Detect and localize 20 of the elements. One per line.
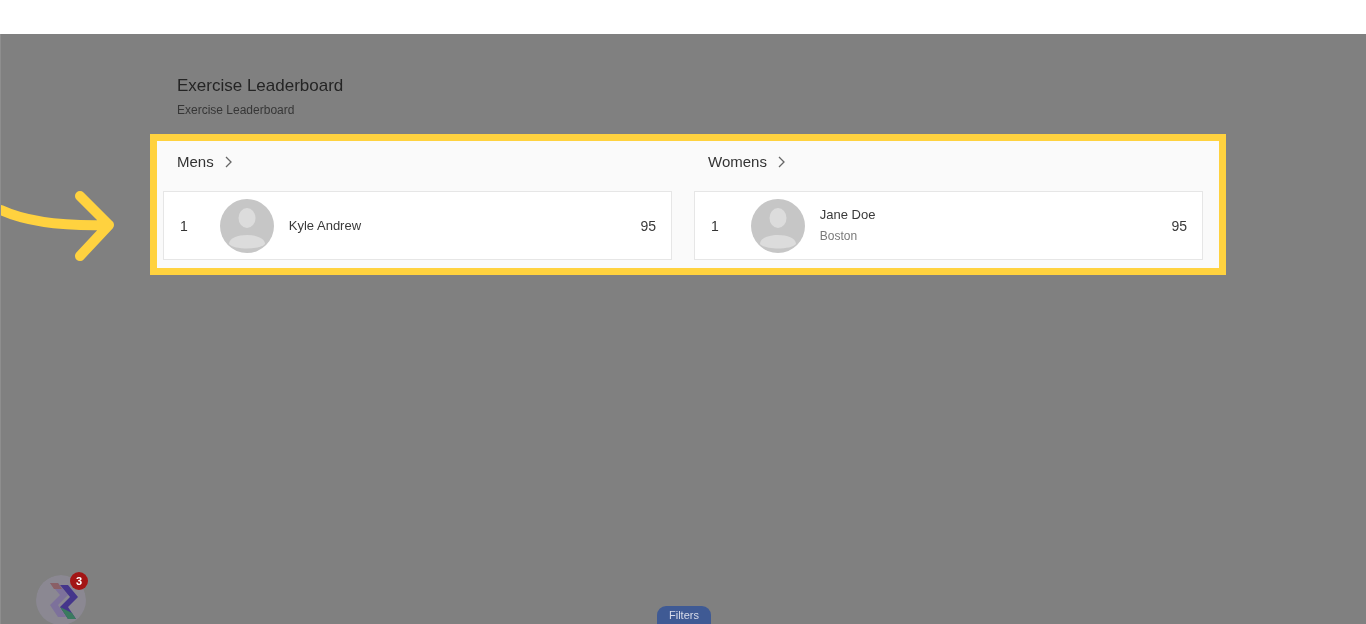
rank-number: 1	[711, 217, 719, 234]
score-value: 95	[1171, 217, 1187, 234]
score-value: 95	[640, 217, 656, 234]
notification-badge: 3	[70, 572, 88, 590]
athlete-name: Jane Doe	[819, 207, 876, 223]
leaderboard-link[interactable]: Mens	[177, 152, 232, 172]
athlete-name: Kyle Andrew	[288, 217, 362, 234]
page-title: Exercise Leaderboard	[177, 76, 344, 96]
filters-button[interactable]: Filters	[657, 606, 711, 624]
avatar-icon	[219, 198, 274, 253]
leaderboard-row[interactable]: 1 Jane Doe Boston 95	[694, 191, 1203, 260]
chevron-right-icon	[777, 156, 785, 168]
leaderboard-link[interactable]: Womens	[708, 152, 785, 172]
avatar-icon	[750, 198, 805, 253]
page-subtitle: Exercise Leaderboard	[177, 102, 295, 118]
app-launcher-icon[interactable]	[36, 575, 86, 624]
athlete-location: Boston	[819, 229, 858, 244]
leaderboard-row[interactable]: 1 Kyle Andrew 95	[163, 191, 672, 260]
chevron-right-icon	[224, 156, 232, 168]
rank-number: 1	[180, 217, 188, 234]
